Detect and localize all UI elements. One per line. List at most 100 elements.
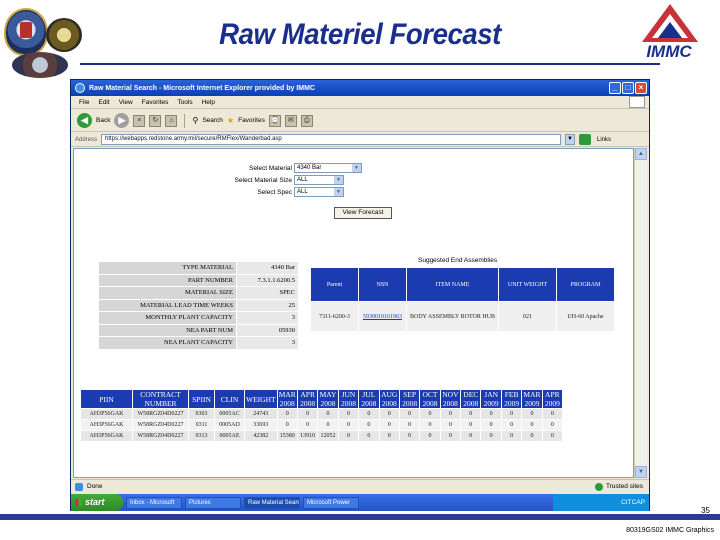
- print-button[interactable]: ⎙: [300, 114, 313, 127]
- forecast-cell: 12052: [317, 430, 339, 442]
- item-header: UNIT WEIGHT: [498, 267, 557, 302]
- size-select[interactable]: ALL ▼: [294, 175, 344, 185]
- slide-title: Raw Materiel Forecast: [219, 18, 501, 51]
- end-assembly-table: Parent NSN ITEM NAME UNIT WEIGHT PROGRAM 731…: [310, 267, 615, 332]
- menu-help[interactable]: Help: [202, 99, 215, 106]
- info-label: PART NUMBER: [98, 273, 237, 287]
- forecast-header: NOV 2008: [439, 389, 462, 409]
- forecast-cell: 0: [276, 408, 298, 420]
- address-dropdown[interactable]: ▼: [565, 134, 576, 145]
- menu-favorites[interactable]: Favorites: [142, 99, 169, 106]
- favorites-label[interactable]: Favorites: [238, 117, 265, 124]
- nsn-link[interactable]: 5930010161963: [358, 301, 407, 332]
- info-row: NEA PART NUM 05930: [98, 323, 299, 337]
- maximize-button[interactable]: □: [622, 82, 634, 94]
- chevron-down-icon: ▼: [334, 176, 343, 184]
- forecast-header: FEB 2009: [500, 389, 523, 409]
- forecast-header: APR 2008: [296, 389, 319, 409]
- forecast-cell: 0005AE: [214, 430, 245, 442]
- item-cell: UH-60 Apache: [556, 301, 615, 332]
- info-value: 25: [236, 298, 299, 312]
- forecast-cell: 0: [337, 430, 360, 442]
- info-label: TYPE MATERIAL: [98, 261, 237, 275]
- go-button[interactable]: [579, 134, 592, 145]
- security-zone: Trusted sites: [595, 482, 643, 491]
- search-label[interactable]: Search: [202, 117, 223, 124]
- back-label: Back: [96, 117, 111, 124]
- item-header: Parent: [310, 267, 359, 302]
- minimize-button[interactable]: _: [609, 82, 621, 94]
- material-info-table: TYPE MATERIAL 4340 Bar PART NUMBER 7.3.1.1.…: [98, 261, 299, 350]
- scroll-up-icon[interactable]: ▲: [635, 148, 647, 160]
- forecast-cell: 0: [358, 419, 380, 431]
- taskbar-item-powerpoint[interactable]: Microsoft Power: [303, 496, 359, 509]
- taskbar-item-inbox[interactable]: Inbox - Microsoft: [126, 496, 182, 509]
- immc-logo: IMMC: [634, 4, 704, 64]
- info-row: MONTHLY PLANT CAPACITY 3: [98, 311, 299, 325]
- forecast-header: AUG 2008: [378, 389, 400, 409]
- forecast-cell: AH3P56GAK: [80, 408, 133, 420]
- forecast-cell: 0: [419, 430, 441, 442]
- spec-select[interactable]: ALL ▼: [294, 187, 344, 197]
- vertical-scrollbar[interactable]: ▲ ▼: [634, 148, 647, 478]
- size-value: ALL: [297, 177, 308, 183]
- menu-file[interactable]: File: [79, 99, 89, 106]
- home-button[interactable]: ⌂: [165, 114, 178, 127]
- forecast-cell: 0: [541, 430, 564, 442]
- history-button[interactable]: ⌚: [268, 114, 281, 127]
- window-titlebar[interactable]: Raw Material Search - Microsoft Internet…: [71, 80, 649, 96]
- info-label: NEA PART NUM: [98, 323, 237, 337]
- zone-text: Trusted sites: [606, 483, 643, 490]
- back-button[interactable]: ◀: [77, 113, 92, 128]
- stop-button[interactable]: ×: [133, 114, 146, 127]
- forecast-cell: 0: [541, 419, 564, 431]
- window-title: Raw Material Search - Microsoft Internet…: [89, 84, 315, 92]
- forecast-cell: 0: [378, 430, 400, 442]
- forecast-cell: 0: [276, 419, 298, 431]
- forecast-cell: 13910: [296, 430, 319, 442]
- forecast-cell: 0: [296, 408, 319, 420]
- start-button[interactable]: start: [71, 494, 123, 511]
- mail-button[interactable]: ✉: [284, 114, 297, 127]
- menu-view[interactable]: View: [119, 99, 133, 106]
- internet-explorer-icon: [75, 83, 85, 93]
- view-forecast-button[interactable]: View Forecast: [334, 207, 392, 219]
- trusted-sites-icon: [595, 482, 604, 491]
- forecast-header: JUN 2008: [337, 389, 360, 409]
- item-header: PROGRAM: [556, 267, 615, 302]
- spec-value: ALL: [297, 189, 308, 195]
- forecast-header: PIIN: [80, 389, 133, 409]
- forecast-cell: 0: [398, 419, 421, 431]
- taskbar-item-pictures[interactable]: Pictures: [185, 496, 241, 509]
- forecast-header: MAY 2008: [317, 389, 339, 409]
- info-row: MATERIAL LEAD TIME WEEKS 25: [98, 298, 299, 312]
- taskbar-item-raw-material[interactable]: Raw Material Search: [244, 496, 300, 509]
- forecast-cell: 0: [398, 408, 421, 420]
- forecast-cell: 0: [480, 419, 502, 431]
- page-icon: [75, 482, 83, 491]
- menu-tools[interactable]: Tools: [177, 99, 192, 106]
- menu-bar: File Edit View Favorites Tools Help: [71, 96, 649, 109]
- links-label[interactable]: Links: [597, 137, 611, 143]
- forecast-header: SEP 2008: [398, 389, 421, 409]
- close-button[interactable]: ×: [635, 82, 647, 94]
- forecast-cell: 33693: [244, 419, 278, 431]
- size-row: Select Material Size ALL ▼: [224, 175, 344, 185]
- page-content: Select Material 4340 Bar ▼ Select Materi…: [73, 148, 634, 478]
- refresh-button[interactable]: ↻: [149, 114, 162, 127]
- unit-seal-logo: [12, 52, 68, 78]
- forward-button[interactable]: ▶: [114, 113, 130, 128]
- chevron-down-icon: ▼: [334, 188, 343, 196]
- scroll-down-icon[interactable]: ▼: [635, 466, 647, 478]
- spec-row: Select Spec ALL ▼: [224, 187, 344, 197]
- forecast-cell: 0: [521, 408, 543, 420]
- address-input[interactable]: https://webapps.redstone.army.mil/secure…: [101, 134, 562, 145]
- material-select[interactable]: 4340 Bar ▼: [294, 163, 362, 173]
- forecast-cell: W58RGZ04D0227: [132, 430, 189, 442]
- material-row: Select Material 4340 Bar ▼: [224, 163, 362, 173]
- forecast-cell: W58RGZ04D0227: [132, 419, 189, 431]
- menu-edit[interactable]: Edit: [98, 99, 109, 106]
- search-icon[interactable]: ⚲: [192, 116, 198, 125]
- forecast-cell: 0311: [188, 419, 215, 431]
- favorites-icon[interactable]: ★: [227, 116, 234, 125]
